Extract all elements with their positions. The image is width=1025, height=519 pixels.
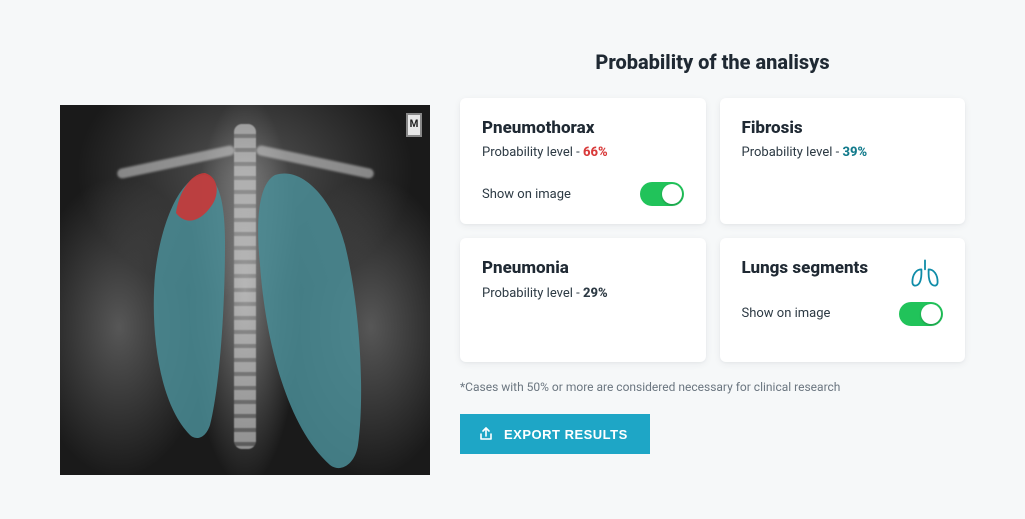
show-on-image-label: Show on image (482, 187, 571, 202)
export-label: EXPORT RESULTS (504, 427, 628, 442)
export-button[interactable]: EXPORT RESULTS (460, 414, 650, 454)
toggle-pneumothorax[interactable] (640, 182, 684, 206)
result-cards: Pneumothorax Probability level - 66% Sho… (460, 98, 965, 362)
prob-value: 29% (583, 286, 608, 301)
lungs-icon (907, 256, 943, 290)
probability-label: Probability level - 29% (482, 286, 684, 301)
prob-text: Probability level - (482, 286, 583, 301)
xray-overlay (60, 105, 430, 475)
prob-text: Probability level - (742, 145, 843, 160)
card-title: Fibrosis (742, 118, 944, 139)
page-title: Probability of the analisys (460, 50, 965, 74)
prob-value: 66% (583, 145, 608, 160)
prob-value: 39% (842, 145, 867, 160)
xray-side-marker: M (406, 113, 422, 137)
prob-text: Probability level - (482, 145, 583, 160)
card-title: Pneumonia (482, 258, 684, 279)
card-fibrosis: Fibrosis Probability level - 39% (720, 98, 966, 224)
show-on-image-label: Show on image (742, 306, 831, 321)
xray-panel: M (60, 50, 430, 489)
card-title: Lungs segments (742, 258, 872, 279)
analysis-panel: Probability of the analisys Pneumothorax… (460, 50, 965, 489)
toggle-lungs-segments[interactable] (899, 302, 943, 326)
card-title: Pneumothorax (482, 118, 684, 139)
card-lungs-segments: Lungs segments Show on image (720, 238, 966, 362)
card-pneumothorax: Pneumothorax Probability level - 66% Sho… (460, 98, 706, 224)
probability-label: Probability level - 39% (742, 145, 944, 160)
export-icon (478, 426, 494, 442)
xray-image: M (60, 105, 430, 475)
card-pneumonia: Pneumonia Probability level - 29% (460, 238, 706, 362)
footnote: *Cases with 50% or more are considered n… (460, 380, 965, 394)
probability-label: Probability level - 66% (482, 145, 684, 160)
